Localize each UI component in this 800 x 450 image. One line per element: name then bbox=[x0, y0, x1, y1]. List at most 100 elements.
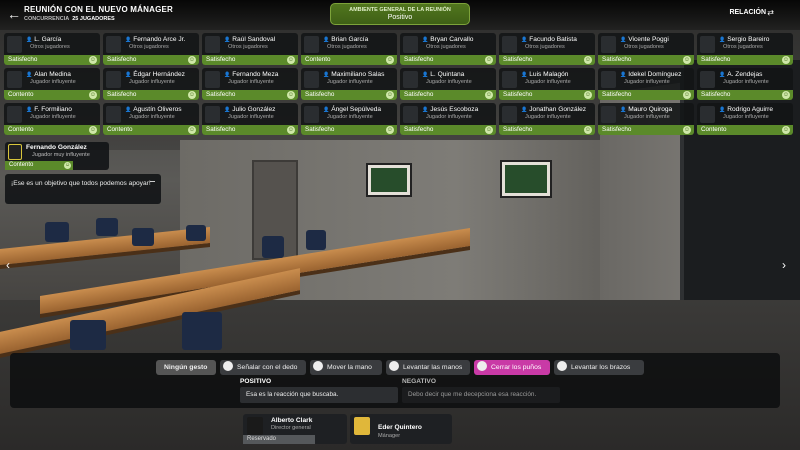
header-bar: ← REUNIÓN CON EL NUEVO MÁNAGER CONCURREN… bbox=[0, 0, 800, 30]
speech-bubble: ¡Ese es un objetivo que todos podemos ap… bbox=[5, 174, 161, 204]
player-card[interactable]: Bryan CarvalloOtros jugadores Satisfecho ☺ bbox=[400, 33, 496, 65]
player-grid: L. GarcíaOtros jugadoresSatisfecho☺Ferna… bbox=[4, 33, 800, 143]
player-card[interactable]: Rodrigo AguirreJugador influyente Content… bbox=[697, 103, 793, 135]
player-card[interactable]: Mauro QuirogaJugador influyente Satisfech… bbox=[598, 103, 694, 135]
player-card[interactable]: Facundo BatistaOtros jugadores Satisfecho… bbox=[499, 33, 595, 65]
speaker-status-text: Contento bbox=[9, 162, 34, 168]
player-card[interactable]: Vicente PoggiOtros jugadores Satisfecho ☺ bbox=[598, 33, 694, 65]
speaker-card[interactable]: Fernando González Jugador muy influyente… bbox=[5, 142, 109, 170]
attendance: CONCURRENCIA 25 JUGADORES bbox=[24, 16, 115, 22]
player-card[interactable]: Édgar HernándezJugador influyente Satisfe… bbox=[103, 68, 199, 100]
player-role: Jugador influyente bbox=[228, 79, 274, 85]
player-card[interactable]: Julio GonzálezJugador influyente Satisfec… bbox=[202, 103, 298, 135]
chair bbox=[182, 312, 222, 350]
player-name: Facundo Batista bbox=[521, 36, 577, 43]
player-role: Jugador influyente bbox=[30, 79, 76, 85]
avatar bbox=[7, 71, 22, 88]
wave-hand-icon bbox=[313, 361, 323, 371]
player-status-text: Satisfecho bbox=[107, 56, 137, 63]
happy-face-icon: ☺ bbox=[287, 56, 295, 64]
player-name: Rodrigo Aguirre bbox=[719, 106, 773, 113]
happy-face-icon: ☺ bbox=[64, 162, 71, 169]
player-status: Satisfecho ☺ bbox=[202, 55, 298, 65]
player-status-text: Satisfecho bbox=[701, 91, 731, 98]
player-status-text: Satisfecho bbox=[305, 126, 335, 133]
speaker-quote: ¡Ese es un objetivo que todos podemos ap… bbox=[11, 180, 151, 187]
back-arrow-icon[interactable]: ← bbox=[6, 6, 22, 22]
player-card[interactable]: Jesús EscobozaJugador influyente Satisfec… bbox=[400, 103, 496, 135]
player-status: Satisfecho ☺ bbox=[499, 125, 595, 135]
player-role: Otros jugadores bbox=[624, 44, 664, 50]
player-card[interactable]: Raúl SandovalOtros jugadores Satisfecho ☺ bbox=[202, 33, 298, 65]
player-name: Édgar Hernández bbox=[125, 71, 185, 78]
player-status: Satisfecho ☺ bbox=[103, 90, 199, 100]
gesture-point-button[interactable]: Señalar con el dedo bbox=[220, 360, 306, 375]
attendance-value: 25 JUGADORES bbox=[72, 16, 115, 22]
gesture-wave-button[interactable]: Mover la mano bbox=[310, 360, 382, 375]
chair bbox=[132, 228, 154, 246]
player-role: Jugador influyente bbox=[723, 79, 769, 85]
relation-toggle[interactable]: RELACIÓN bbox=[729, 9, 766, 16]
happy-face-icon: ☺ bbox=[89, 56, 97, 64]
player-status-text: Satisfecho bbox=[305, 91, 335, 98]
avatar bbox=[304, 106, 319, 123]
player-card[interactable]: F. FormilianoJugador influyente Contento ☺ bbox=[4, 103, 100, 135]
gesture-fists-button[interactable]: Cerrar los puños bbox=[474, 360, 550, 375]
avatar bbox=[106, 36, 121, 53]
player-card[interactable]: Sergio BareiroOtros jugadores Satisfecho ☺ bbox=[697, 33, 793, 65]
player-status: Satisfecho ☺ bbox=[400, 90, 496, 100]
chair bbox=[186, 225, 206, 241]
chevron-left-icon[interactable]: ‹ bbox=[6, 258, 10, 272]
avatar bbox=[700, 36, 715, 53]
player-name: Bryan Carvallo bbox=[422, 36, 473, 43]
player-role: Jugador influyente bbox=[426, 79, 472, 85]
player-card[interactable]: Agustín OliverosJugador influyente Conten… bbox=[103, 103, 199, 135]
happy-face-icon: ☺ bbox=[89, 91, 97, 99]
player-status-text: Satisfecho bbox=[404, 126, 434, 133]
chair bbox=[306, 230, 326, 250]
player-status-text: Satisfecho bbox=[503, 126, 533, 133]
player-card[interactable]: Jonathan GonzálezJugador influyente Satis… bbox=[499, 103, 595, 135]
player-card[interactable]: Brian GarcíaOtros jugadores Contento ☺ bbox=[301, 33, 397, 65]
happy-face-icon: ☺ bbox=[386, 91, 394, 99]
player-name: Vicente Poggi bbox=[620, 36, 669, 43]
avatar bbox=[304, 71, 319, 88]
player-name: L. Quintana bbox=[422, 71, 464, 78]
player-card[interactable]: Fernando Arce Jr.Otros jugadores Satisfec… bbox=[103, 33, 199, 65]
player-status: Satisfecho ☺ bbox=[202, 125, 298, 135]
speaker-role: Jugador muy influyente bbox=[32, 152, 90, 158]
gesture-label: Señalar con el dedo bbox=[237, 364, 298, 371]
player-card[interactable]: Maximiliano SalasJugador influyente Satis… bbox=[301, 68, 397, 100]
player-card[interactable]: L. QuintanaJugador influyente Satisfecho ☺ bbox=[400, 68, 496, 100]
chevron-right-icon[interactable]: › bbox=[782, 258, 786, 272]
player-card[interactable]: Idekel DomínguezJugador influyente Satisf… bbox=[598, 68, 694, 100]
avatar bbox=[7, 106, 22, 123]
minimize-icon[interactable] bbox=[150, 181, 155, 182]
player-name: Jonathan González bbox=[521, 106, 586, 113]
gesture-raise-hands-button[interactable]: Levantar las manos bbox=[386, 360, 470, 375]
chair bbox=[45, 222, 69, 242]
negative-response-option[interactable]: Debo decir que me decepciona esa reacció… bbox=[402, 387, 560, 403]
player-card[interactable]: Fernando MezaJugador influyente Satisfech… bbox=[202, 68, 298, 100]
gesture-none-button[interactable]: Ningún gesto bbox=[156, 360, 216, 375]
raise-arms-icon bbox=[557, 361, 567, 371]
avatar bbox=[403, 36, 418, 53]
avatar bbox=[601, 36, 616, 53]
player-card[interactable]: Ángel SepúlvedaJugador influyente Satisfe… bbox=[301, 103, 397, 135]
player-status-text: Satisfecho bbox=[8, 56, 38, 63]
player-card[interactable]: Alan MedinaJugador influyente Contento ☺ bbox=[4, 68, 100, 100]
happy-face-icon: ☺ bbox=[188, 91, 196, 99]
swap-icon[interactable]: ⇄ bbox=[767, 8, 774, 17]
avatar bbox=[403, 71, 418, 88]
player-card[interactable]: Luis MalagónJugador influyente Satisfecho… bbox=[499, 68, 595, 100]
staff-card-manager[interactable]: Eder Quintero Mánager bbox=[350, 414, 452, 444]
positive-response-option[interactable]: Esa es la reacción que buscaba. bbox=[240, 387, 398, 403]
player-card[interactable]: L. GarcíaOtros jugadores Satisfecho ☺ bbox=[4, 33, 100, 65]
player-name: Ángel Sepúlveda bbox=[323, 106, 381, 113]
staff-card-director[interactable]: Alberto Clark Director general Reservado bbox=[243, 414, 347, 444]
player-status: Satisfecho ☺ bbox=[697, 90, 793, 100]
player-card[interactable]: A. ZendejasJugador influyente Satisfecho ☺ bbox=[697, 68, 793, 100]
gesture-raise-arms-button[interactable]: Levantar los brazos bbox=[554, 360, 644, 375]
player-status-text: Satisfecho bbox=[503, 56, 533, 63]
player-name: F. Formiliano bbox=[26, 106, 72, 113]
